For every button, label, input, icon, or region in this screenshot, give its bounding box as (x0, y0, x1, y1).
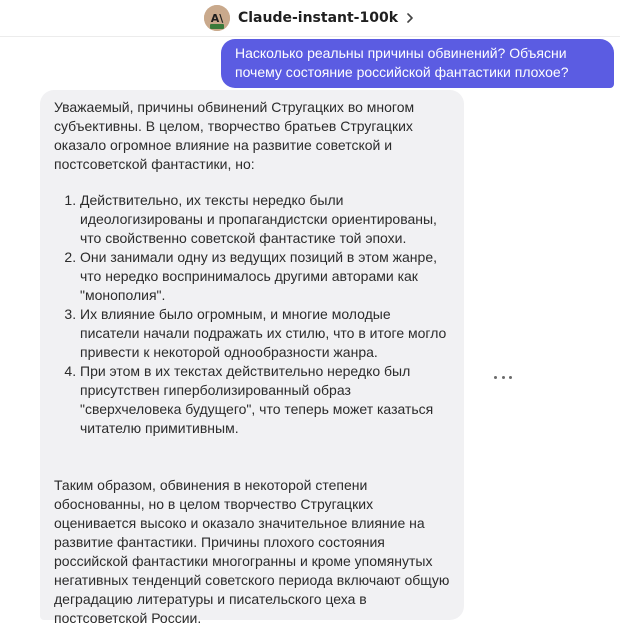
chat-header: A\ Claude-instant-100k (0, 0, 620, 37)
bot-selector[interactable]: A\ Claude-instant-100k (203, 5, 416, 31)
bot-message-bubble: Уважаемый, причины обвинений Стругацких … (40, 90, 464, 626)
more-horizontal-icon (494, 375, 497, 379)
bot-message-conclusion: Таким образом, обвинения в некоторой сте… (54, 477, 450, 626)
list-item: При этом в их текстах действительно нере… (80, 362, 451, 438)
user-message-bubble: Насколько реальны причины обвинений? Объ… (221, 39, 614, 88)
more-horizontal-icon (501, 375, 505, 379)
more-options-button[interactable] (494, 370, 512, 384)
more-horizontal-icon (509, 375, 512, 379)
claude-avatar-icon: A\ (203, 5, 230, 31)
user-message-text: Насколько реальны причины обвинений? Объ… (235, 45, 569, 80)
bot-message-list: Действительно, их тексты нередко были ид… (54, 191, 451, 438)
list-item: Их влияние было огромным, и многие молод… (80, 305, 451, 362)
svg-text:A\: A\ (211, 12, 225, 25)
list-item: Действительно, их тексты нередко были ид… (80, 191, 451, 248)
list-item: Они занимали одну из ведущих позиций в э… (80, 248, 451, 305)
bot-message-intro: Уважаемый, причины обвинений Стругацких … (54, 99, 415, 172)
chevron-right-icon (406, 13, 416, 23)
bot-name: Claude-instant-100k (237, 10, 399, 26)
